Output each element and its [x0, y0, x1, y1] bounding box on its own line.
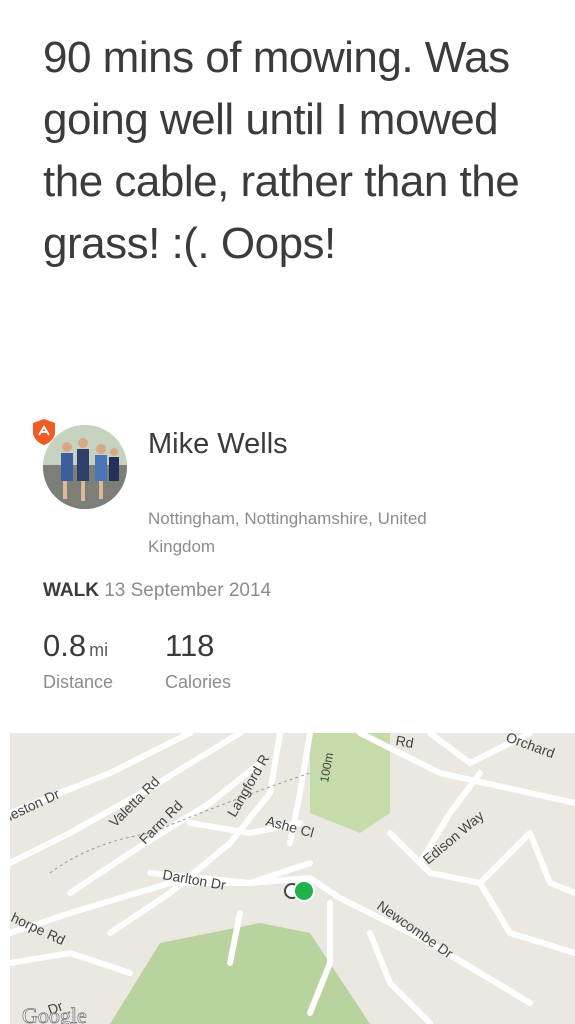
distance-value: 0.8: [43, 628, 87, 663]
post-title: 90 mins of mowing. Was going well until …: [43, 33, 520, 268]
street-label: Orchard: [504, 733, 557, 761]
activity-date: 13 September 2014: [104, 580, 272, 601]
street-label: Rd: [394, 733, 414, 751]
user-location: Nottingham, Nottinghamshire, United King…: [148, 509, 427, 556]
google-attribution: Google: [22, 1003, 87, 1024]
street-label: Edison Way: [420, 807, 487, 867]
end-marker: [293, 880, 315, 902]
user-avatar-container[interactable]: [33, 419, 127, 509]
activity-info: WALK 13 September 2014: [43, 580, 271, 602]
calories-label: Calories: [165, 672, 232, 692]
calories-value: 118: [165, 628, 215, 663]
street-label: leston Dr: [10, 785, 62, 823]
distance-label: Distance: [43, 672, 114, 692]
distance-stat: 0.8 mi Distance: [43, 628, 113, 693]
calories-stat: 118 Calories: [165, 628, 231, 693]
activity-type: WALK: [43, 580, 99, 601]
achievement-badge-icon: [33, 419, 55, 445]
park-area: [310, 733, 390, 833]
distance-unit: mi: [89, 640, 109, 660]
route-map[interactable]: leston Dr Valetta Rd Farm Rd Langford R …: [10, 733, 575, 1024]
street-label: Newcombe Dr: [374, 897, 456, 961]
user-name[interactable]: Mike Wells: [148, 428, 288, 461]
